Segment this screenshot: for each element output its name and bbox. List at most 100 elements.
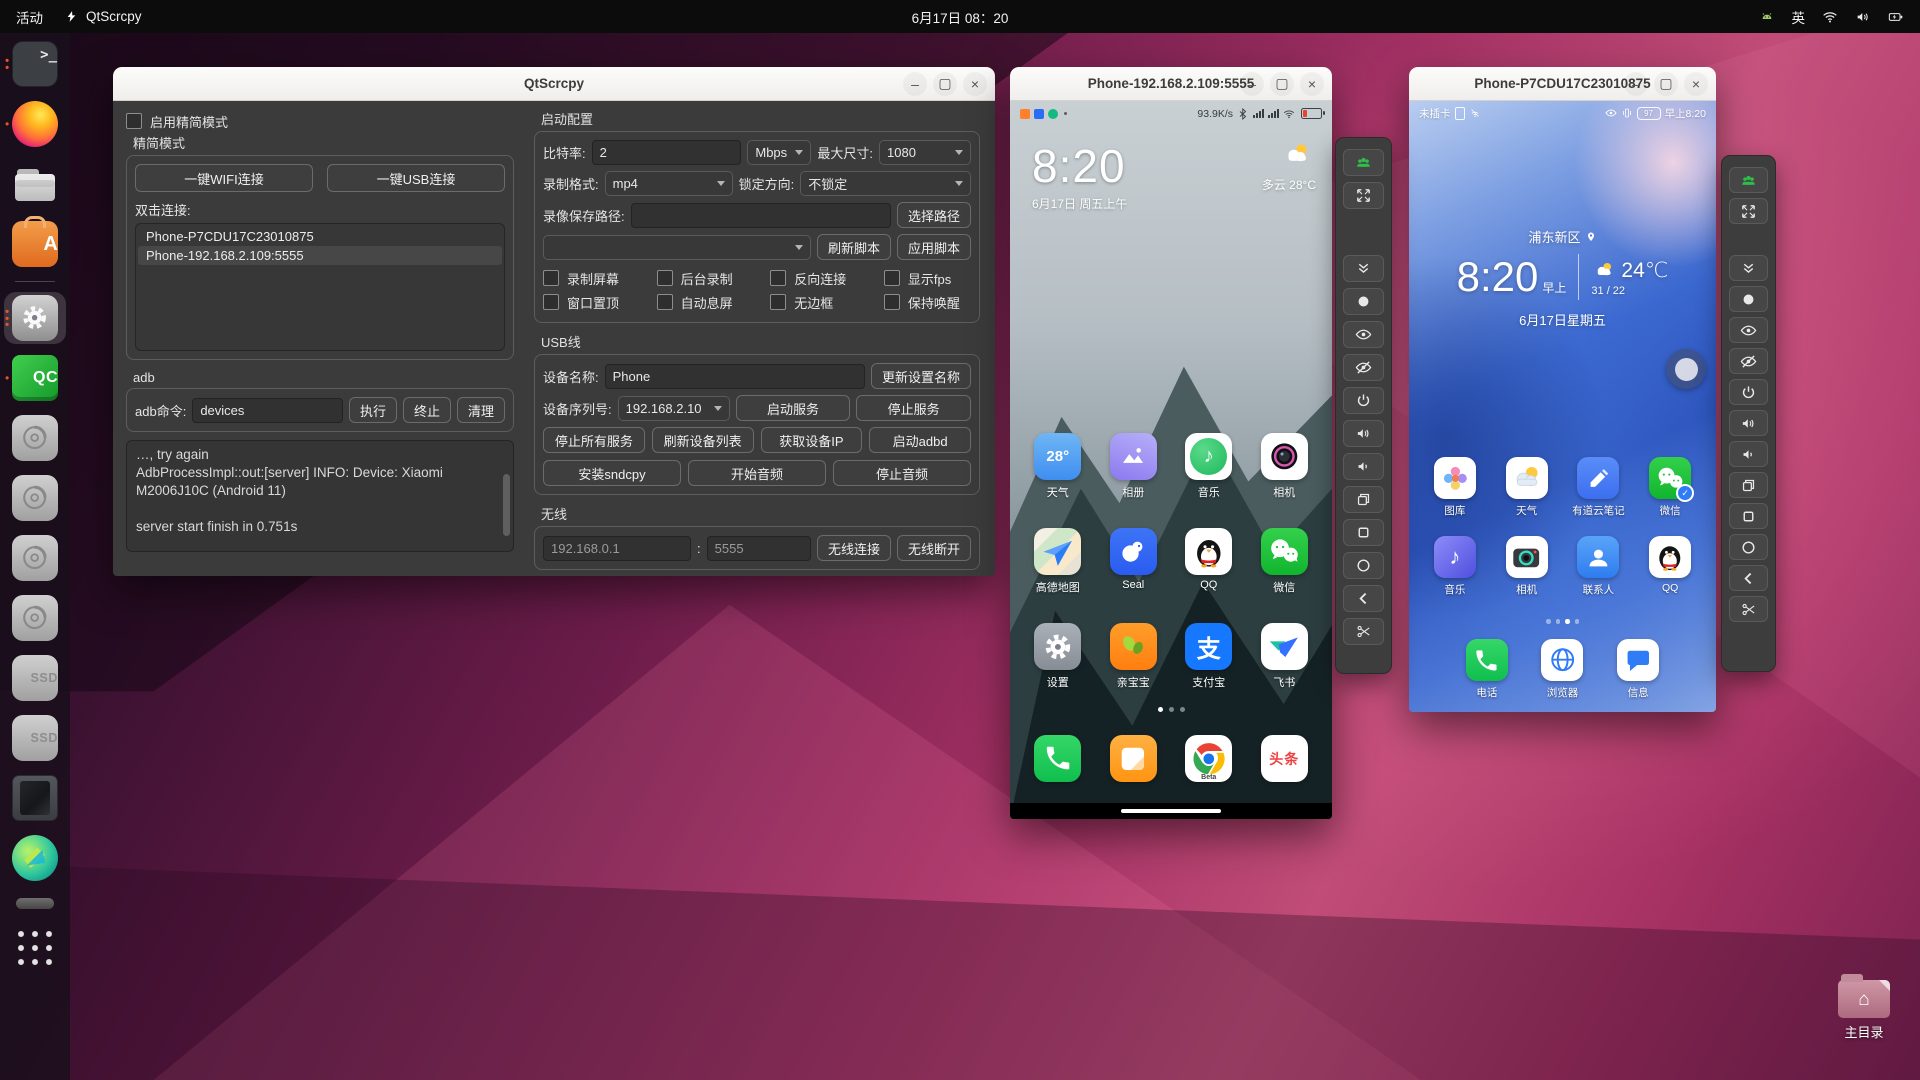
refresh-script-button[interactable]: 刷新脚本 (817, 234, 891, 260)
volume-up-button[interactable] (1729, 410, 1768, 436)
messages-app[interactable]: 信息 (1617, 639, 1659, 700)
fullscreen-button[interactable] (1729, 198, 1768, 224)
screen-on-button[interactable] (1343, 321, 1384, 348)
script-select[interactable] (543, 235, 811, 260)
qtscrcpy-titlebar[interactable]: QtScrcpy – ▢ × (113, 67, 995, 101)
stop-service-button[interactable]: 停止服务 (856, 395, 971, 421)
maximize-button[interactable]: ▢ (1270, 72, 1294, 96)
back-button[interactable] (1343, 585, 1384, 612)
wireless-connect-button[interactable]: 无线连接 (817, 535, 891, 561)
audio-action-button[interactable]: 停止音频 (833, 460, 971, 486)
volume-down-button[interactable] (1729, 441, 1768, 467)
one-key-usb-button[interactable]: 一键USB连接 (327, 164, 505, 192)
close-button[interactable]: × (1300, 72, 1324, 96)
qq-app[interactable]: QQ (1649, 536, 1691, 597)
weather-app[interactable]: 28° 天气 (1034, 433, 1081, 500)
close-button[interactable]: × (1684, 72, 1708, 96)
ssd-drive-launcher[interactable]: SSD (4, 712, 66, 764)
camera-app[interactable]: 相机 (1506, 536, 1548, 597)
wechat-app[interactable]: ✓ 微信 (1649, 457, 1691, 518)
power-button[interactable] (1343, 387, 1384, 414)
record-path-input[interactable] (631, 203, 891, 228)
input-language-indicator[interactable]: 英 (1792, 7, 1806, 27)
seal-app[interactable]: Seal (1110, 528, 1157, 595)
files-launcher[interactable] (4, 158, 66, 210)
adb-execute-button[interactable]: 执行 (349, 397, 397, 423)
music-app[interactable]: ♪ 音乐 (1185, 433, 1232, 500)
wireless-ip-input[interactable]: 192.168.0.1 (543, 536, 691, 561)
firefox-launcher[interactable]: • (4, 98, 66, 150)
adb-clear-button[interactable]: 清理 (457, 397, 505, 423)
phone2-titlebar[interactable]: Phone-P7CDU17C23010875 – ▢ × (1409, 67, 1716, 101)
tablet-device-launcher[interactable] (4, 772, 66, 824)
screen-on-button[interactable] (1729, 317, 1768, 343)
wifi-icon[interactable] (1822, 9, 1838, 25)
browser-app[interactable]: 浏览器 (1541, 639, 1583, 700)
screen-clip-button[interactable] (1343, 618, 1384, 645)
assistive-touch-ball[interactable] (1666, 349, 1706, 389)
qq-app[interactable]: QQ (1185, 528, 1232, 595)
device-list-item[interactable]: Phone-P7CDU17C23010875 (138, 227, 502, 246)
disc-drive-launcher[interactable] (4, 592, 66, 644)
battery-icon[interactable] (1888, 9, 1904, 25)
menu-button[interactable] (1729, 503, 1768, 529)
settings-launcher[interactable]: ••• (4, 292, 66, 344)
phone1-screen[interactable]: 93.9K/s 8:20 6月17日 周五上午 多云 28°C 28° 天 (1010, 101, 1332, 819)
log-scrollbar[interactable] (503, 474, 510, 536)
notification-pulldown-button[interactable] (1729, 255, 1768, 281)
one-key-wifi-button[interactable]: 一键WIFI连接 (135, 164, 313, 192)
screenshot-button[interactable] (1729, 286, 1768, 312)
youdao-note-app[interactable]: 有道云笔记 (1572, 457, 1625, 518)
chrome-beta-app[interactable]: Beta (1185, 735, 1232, 782)
usb-action-button[interactable]: 启动adbd (869, 427, 971, 453)
option-checkbox[interactable] (884, 294, 900, 310)
option-checkbox[interactable] (770, 294, 786, 310)
disc-drive-launcher[interactable] (4, 532, 66, 584)
green-app-launcher[interactable] (4, 832, 66, 884)
wireless-disconnect-button[interactable]: 无线断开 (897, 535, 971, 561)
apply-script-button[interactable]: 应用脚本 (897, 234, 971, 260)
usb-action-button[interactable]: 刷新设备列表 (652, 427, 754, 453)
option-checkbox[interactable] (543, 270, 559, 286)
screen-clip-button[interactable] (1729, 596, 1768, 622)
app-menu[interactable]: QtScrcpy (65, 9, 142, 24)
start-service-button[interactable]: 启动服务 (736, 395, 851, 421)
close-button[interactable]: × (963, 72, 987, 96)
activities-button[interactable]: 活动 (16, 7, 43, 27)
bitrate-input[interactable]: 2 (592, 140, 742, 165)
terminal-launcher[interactable]: •• >_ (4, 38, 66, 90)
settings-app[interactable]: 设置 (1034, 623, 1081, 690)
home-folder-shortcut[interactable]: ⌂ 主目录 (1832, 974, 1896, 1041)
weather-app[interactable]: 天气 (1506, 457, 1548, 518)
app-switch-button[interactable] (1729, 472, 1768, 498)
back-button[interactable] (1729, 565, 1768, 591)
app-switch-button[interactable] (1343, 486, 1384, 513)
option-checkbox[interactable] (657, 294, 673, 310)
wireless-port-input[interactable]: 5555 (707, 536, 811, 561)
gallery-app[interactable]: 相册 (1110, 433, 1157, 500)
qtscrcpy-launcher[interactable]: • QC (4, 352, 66, 404)
ubuntu-software-launcher[interactable]: A (4, 218, 66, 270)
lock-orientation-select[interactable]: 不锁定 (800, 171, 971, 196)
toutiao-app[interactable]: 头条 (1261, 735, 1308, 782)
home-button[interactable] (1343, 552, 1384, 579)
usb-action-button[interactable]: 获取设备IP (761, 427, 863, 453)
volume-down-button[interactable] (1343, 453, 1384, 480)
max-size-select[interactable]: 1080 (879, 140, 971, 165)
minimize-button[interactable]: – (1240, 72, 1264, 96)
bitrate-unit-select[interactable]: Mbps (747, 140, 811, 165)
qinbaobao-app[interactable]: 亲宝宝 (1110, 623, 1157, 690)
adb-log-output[interactable]: …, try againAdbProcessImpl::out:[server]… (126, 440, 514, 552)
camera-app[interactable]: 相机 (1261, 433, 1308, 500)
screen-off-button[interactable] (1343, 354, 1384, 381)
home-button[interactable] (1729, 534, 1768, 560)
dock-divider[interactable] (4, 278, 66, 284)
alipay-app[interactable]: 支 支付宝 (1185, 623, 1232, 690)
music-app[interactable]: ♪ 音乐 (1434, 536, 1476, 597)
menu-button[interactable] (1343, 519, 1384, 546)
choose-path-button[interactable]: 选择路径 (897, 202, 971, 228)
option-checkbox[interactable] (770, 270, 786, 286)
disc-drive-launcher[interactable] (4, 472, 66, 524)
maximize-button[interactable]: ▢ (933, 72, 957, 96)
contacts-app[interactable]: 联系人 (1577, 536, 1619, 597)
